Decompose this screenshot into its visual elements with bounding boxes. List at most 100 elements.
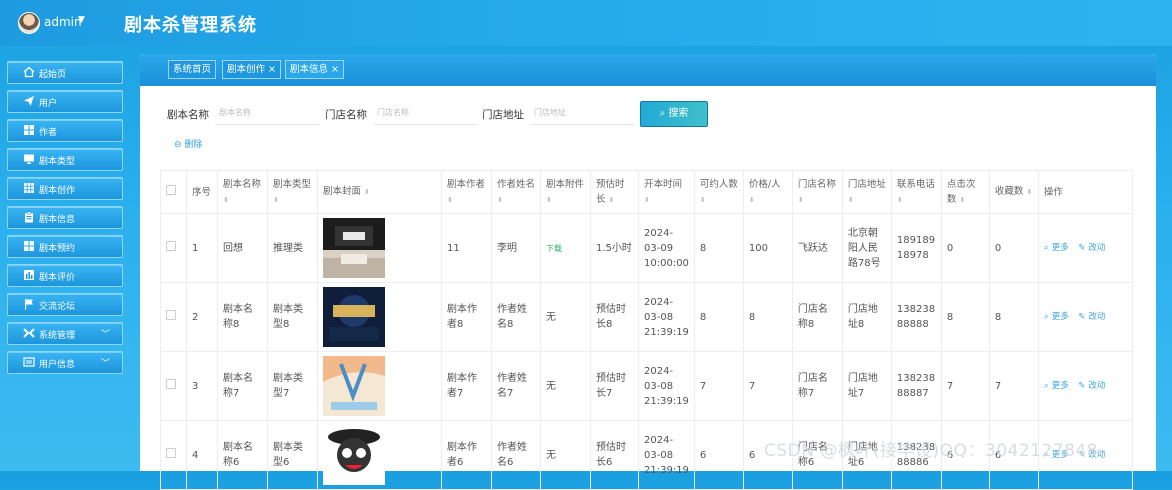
more-button[interactable]: ⌕ 更多 <box>1044 381 1069 391</box>
sidebar-item-label: 用户信息 <box>39 360 76 370</box>
tab-home[interactable]: 系统首页 <box>168 60 217 79</box>
col-header[interactable]: 剧本封面 ⬍ <box>317 170 442 214</box>
sidebar-item-reviews[interactable]: 剧本评价 <box>7 264 123 287</box>
card-icon <box>23 356 35 368</box>
minus-circle-icon: ⊖ <box>174 140 185 150</box>
sort-icon: ⬍ <box>1026 188 1033 196</box>
tab-script-creation[interactable]: 剧本创作 × <box>222 60 281 79</box>
sort-icon: ⬍ <box>699 195 706 204</box>
avatar[interactable] <box>18 12 40 34</box>
monitor-icon <box>23 153 35 165</box>
col-header[interactable]: 剧本附件 ⬍ <box>540 170 591 214</box>
cover-image <box>323 356 385 416</box>
row-checkbox[interactable] <box>160 213 187 283</box>
cell-phone: 13823888888 <box>890 282 942 352</box>
sidebar-item-script-types[interactable]: 剧本类型 <box>7 148 123 171</box>
cell-attachment[interactable]: 下载 <box>540 213 591 283</box>
cell-capacity: 8 <box>693 282 744 352</box>
col-header[interactable]: 门店地址 ⬍ <box>841 170 892 214</box>
cell-no: 2 <box>186 282 218 352</box>
cell-attachment: 无 <box>540 282 591 352</box>
sort-icon: ⬍ <box>447 195 453 204</box>
cell-cover[interactable] <box>317 213 442 283</box>
grid-icon <box>23 124 35 136</box>
col-header[interactable]: 剧本类型 ⬍ <box>267 170 318 214</box>
row-checkbox[interactable] <box>160 351 187 421</box>
cell-cover[interactable] <box>317 282 442 352</box>
sidebar-item-system[interactable]: 系统管理 ﹀ <box>7 322 123 345</box>
col-header[interactable]: 价格/人 ⬍ <box>742 170 793 214</box>
col-header[interactable]: 剧本作者 ⬍ <box>441 170 492 214</box>
user-name[interactable]: admin <box>44 15 82 29</box>
tab-bar: 系统首页 剧本创作 × 剧本信息 × <box>140 54 1156 86</box>
sidebar-item-label: 用户 <box>39 99 58 109</box>
search-button[interactable]: ⌕ 搜索 <box>640 101 708 127</box>
sidebar-item-forum[interactable]: 交流论坛 <box>7 293 123 316</box>
cell-cover[interactable] <box>317 420 442 490</box>
cell-author-name: 作者姓名6 <box>491 420 541 490</box>
sidebar-item-label: 剧本类型 <box>39 157 76 167</box>
cell-address: 门店地址8 <box>841 282 892 352</box>
sidebar-item-users[interactable]: 用户 <box>7 90 123 113</box>
col-header[interactable]: 开本时间 ⬍ <box>638 170 695 214</box>
delete-button[interactable]: ⊖ 删除 <box>174 136 202 154</box>
sidebar-item-reservations[interactable]: 剧本预约 <box>7 235 123 258</box>
table-row: 1 回想 推理类 11 李明 下载 1.5小时 2024-03-09 10:00… <box>160 213 1133 283</box>
sidebar-item-user-info[interactable]: 用户信息 ﹀ <box>7 351 123 374</box>
col-header[interactable]: 联系电话 ⬍ <box>890 170 942 214</box>
sidebar-item-label: 起始页 <box>39 70 67 80</box>
script-name-input[interactable]: 剧本名称 <box>215 101 319 125</box>
col-header[interactable]: 作者姓名 ⬍ <box>491 170 541 214</box>
cell-author-name: 作者姓名8 <box>491 282 541 352</box>
sidebar-item-script-info[interactable]: 剧本信息 <box>7 206 123 229</box>
caret-down-icon[interactable]: ▼ <box>78 15 85 25</box>
chart-icon <box>23 269 35 281</box>
row-checkbox[interactable] <box>160 420 187 490</box>
table-header-row: 序号 剧本名称 ⬍ 剧本类型 ⬍ 剧本封面 ⬍ 剧本作者 ⬍ 作者姓名 ⬍ 剧本… <box>160 170 1133 214</box>
cell-cover[interactable] <box>317 351 442 421</box>
cover-image <box>323 425 385 485</box>
col-header[interactable]: 门店名称 ⬍ <box>791 170 843 214</box>
search-icon: ⌕ <box>1043 243 1049 253</box>
cell-address: 门店地址7 <box>841 351 892 421</box>
sidebar-item-authors[interactable]: 作者 <box>7 119 123 142</box>
download-link[interactable]: 下载 <box>546 244 562 253</box>
store-name-input[interactable]: 门店名称 <box>373 101 477 125</box>
col-header[interactable]: 可约人数 ⬍ <box>693 170 744 214</box>
sort-icon: ⬍ <box>546 195 552 204</box>
cover-image <box>323 287 385 347</box>
col-header[interactable]: 剧本名称 ⬍ <box>217 170 268 214</box>
cell-actions: ⌕ 更多 ✎ 改动 <box>1037 282 1133 352</box>
more-button[interactable]: ⌕ 更多 <box>1044 243 1069 253</box>
cell-capacity: 7 <box>693 351 744 421</box>
cell-store: 门店名称8 <box>791 282 843 352</box>
edit-button[interactable]: ✎ 改动 <box>1078 312 1105 322</box>
tab-script-info[interactable]: 剧本信息 × <box>285 60 344 79</box>
row-checkbox[interactable] <box>160 282 187 352</box>
grid-icon <box>23 240 35 252</box>
col-header[interactable]: 收藏数 ⬍ <box>988 170 1039 214</box>
cell-store: 飞跃达 <box>791 213 843 283</box>
clipboard-icon <box>23 211 35 223</box>
edit-button[interactable]: ✎ 改动 <box>1078 243 1105 253</box>
cell-capacity: 8 <box>693 213 744 283</box>
sidebar-item-script-creation[interactable]: 剧本创作 <box>7 177 123 200</box>
edit-icon: ✎ <box>1078 243 1086 253</box>
home-icon <box>23 66 35 78</box>
more-button[interactable]: ⌕ 更多 <box>1044 312 1069 322</box>
main-panel: 系统首页 剧本创作 × 剧本信息 × 剧本名称 剧本名称 门店名称 门店名称 门… <box>140 54 1156 490</box>
cell-author-name: 作者姓名7 <box>491 351 541 421</box>
cell-duration: 预估时长8 <box>590 282 639 352</box>
cell-name: 剧本名称7 <box>217 351 268 421</box>
cell-favs: 0 <box>988 213 1039 283</box>
edit-button[interactable]: ✎ 改动 <box>1078 381 1105 391</box>
cell-favs: 7 <box>988 351 1039 421</box>
search-icon: ⌕ <box>1043 312 1049 322</box>
col-header[interactable]: 点击次数 ⬍ <box>940 170 990 214</box>
cell-phone: 13823888887 <box>890 351 942 421</box>
store-address-input[interactable]: 门店地址 <box>530 101 634 125</box>
sidebar-item-home[interactable]: 起始页 <box>7 61 123 84</box>
col-header[interactable]: 预估时长 ⬍ <box>590 170 639 214</box>
sidebar-item-label: 剧本预约 <box>39 244 76 254</box>
select-all-checkbox[interactable] <box>160 170 187 214</box>
